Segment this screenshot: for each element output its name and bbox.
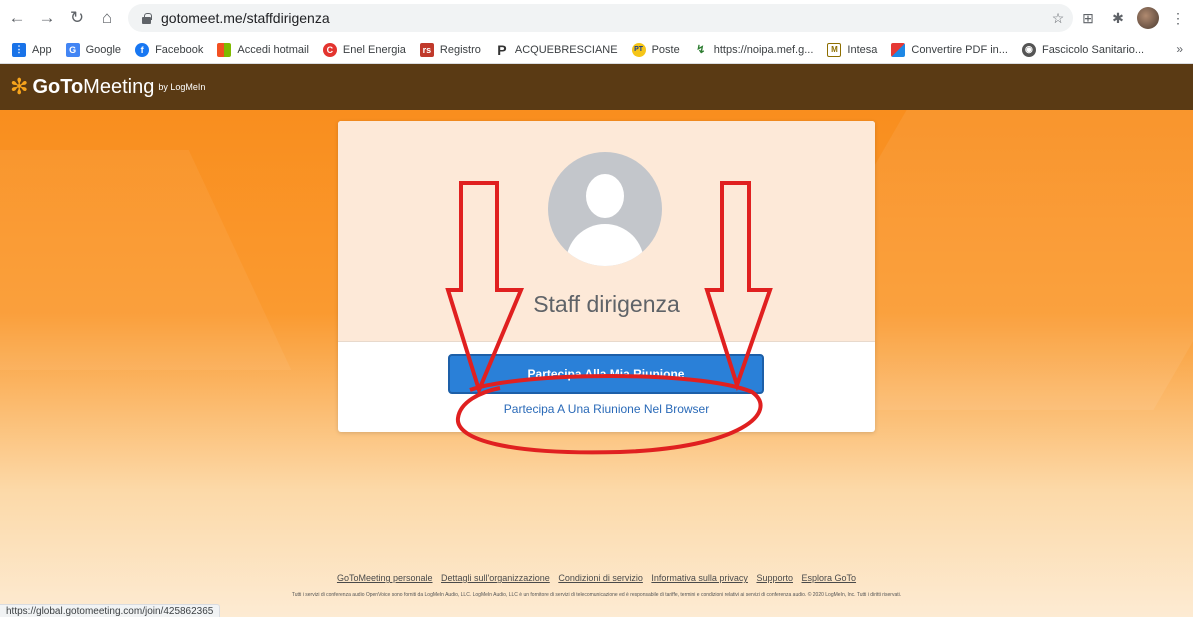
bookmark-pdf[interactable]: Convertire PDF in... <box>891 42 1008 57</box>
lock-icon <box>142 12 152 24</box>
profile-avatar[interactable] <box>1137 7 1159 29</box>
card-header: Staff dirigenza <box>338 121 875 342</box>
registro-icon: rs <box>419 42 434 57</box>
bookmark-label: Convertire PDF in... <box>911 43 1008 56</box>
bookmark-label: Google <box>85 43 122 56</box>
bookmark-label: https://noipa.mef.g... <box>713 43 814 56</box>
toolbar-right-icons: ☆ ⊞ ✱ ⋮ <box>1047 4 1189 32</box>
intesa-icon: M <box>827 42 842 57</box>
gotomeeting-logo[interactable]: ✻ GoTo Meeting by LogMeIn <box>10 76 205 99</box>
bookmark-label: Enel Energia <box>342 43 406 56</box>
apps-grid-icon: ⋮ <box>12 42 26 57</box>
footer-link-personal[interactable]: GoToMeeting personale <box>337 573 433 583</box>
browser-toolbar: ← → ↻ ⌂ gotomeet.me/staffdirigenza ☆ ⊞ ✱… <box>0 0 1193 36</box>
logo-goto-text: GoTo <box>32 75 84 98</box>
footer-link-privacy[interactable]: Informativa sulla privacy <box>651 573 748 583</box>
bookmark-fascicolo[interactable]: ◉ Fascicolo Sanitario... <box>1021 42 1145 57</box>
bookmarks-bar: ⋮ App G Google f Facebook Accedi hotmail… <box>0 36 1193 64</box>
pdf-convert-icon <box>891 42 906 57</box>
footer-legal-text: Tutti i servizi di conferenza audio Open… <box>291 592 902 598</box>
reload-icon[interactable]: ↻ <box>64 5 90 31</box>
join-in-browser-link[interactable]: Partecipa A Una Riunione Nel Browser <box>338 402 875 416</box>
footer-link-support[interactable]: Supporto <box>756 573 793 583</box>
bookmark-label: Intesa <box>847 43 878 56</box>
bookmark-label: Fascicolo Sanitario... <box>1041 43 1145 56</box>
gotomeeting-flower-icon: ✻ <box>10 74 29 99</box>
google-icon: G <box>65 42 80 57</box>
bookmark-poste[interactable]: PT Poste <box>631 42 680 57</box>
noipa-icon: ↯ <box>696 44 706 56</box>
join-meeting-button[interactable]: Partecipa Alla Mia Riunione <box>448 354 764 394</box>
bookmark-app[interactable]: ⋮ App <box>12 42 52 57</box>
avatar-head-shape <box>586 174 624 218</box>
bookmarks-overflow-icon[interactable]: » <box>1176 42 1183 56</box>
bookmark-label: Poste <box>651 43 680 56</box>
footer-link-organization[interactable]: Dettagli sull'organizzazione <box>441 573 550 583</box>
url-text[interactable]: gotomeet.me/staffdirigenza <box>161 10 330 26</box>
bookmark-hotmail[interactable]: Accedi hotmail <box>217 42 309 57</box>
footer-link-explore[interactable]: Esplora GoTo <box>802 573 857 583</box>
avatar-body-shape <box>566 224 644 266</box>
menu-kebab-icon[interactable]: ⋮ <box>1167 7 1189 29</box>
globe-icon: ◉ <box>1021 42 1036 57</box>
footer-links: GoToMeeting personale Dettagli sull'orga… <box>0 573 1193 583</box>
enel-icon: C <box>322 42 337 57</box>
facebook-icon: f <box>135 42 150 57</box>
extensions-grid-icon[interactable]: ⊞ <box>1077 7 1099 29</box>
home-icon[interactable]: ⌂ <box>94 5 120 31</box>
meeting-card: Staff dirigenza Partecipa Alla Mia Riuni… <box>338 121 875 432</box>
gotomeeting-header: ✻ GoTo Meeting by LogMeIn <box>0 64 1193 110</box>
bookmark-label: Registro <box>439 43 481 56</box>
star-icon[interactable]: ☆ <box>1047 7 1069 29</box>
microsoft-icon <box>217 42 232 57</box>
poste-icon: PT <box>631 42 646 57</box>
puzzle-icon[interactable]: ✱ <box>1107 7 1129 29</box>
bookmark-label: Accedi hotmail <box>237 43 309 56</box>
logo-by-text: by LogMeIn <box>158 81 206 92</box>
background-shape <box>0 150 292 370</box>
bookmark-enel[interactable]: C Enel Energia <box>322 42 406 57</box>
bookmark-registro[interactable]: rs Registro <box>419 42 481 57</box>
forward-icon[interactable]: → <box>34 5 60 31</box>
footer-link-terms[interactable]: Condizioni di servizio <box>558 573 643 583</box>
letter-p-icon: P <box>497 41 507 58</box>
organizer-name: Staff dirigenza <box>533 291 680 317</box>
bookmark-intesa[interactable]: M Intesa <box>827 42 878 57</box>
bookmark-facebook[interactable]: f Facebook <box>135 42 204 57</box>
bookmark-label: App <box>32 43 52 56</box>
address-bar[interactable]: gotomeet.me/staffdirigenza <box>128 4 1073 32</box>
bookmark-label: ACQUEBRESCIANE <box>514 43 618 56</box>
back-icon[interactable]: ← <box>4 5 30 31</box>
bookmark-label: Facebook <box>155 43 204 56</box>
avatar <box>548 152 662 266</box>
bookmark-google[interactable]: G Google <box>65 42 122 57</box>
bookmark-acquebresciane[interactable]: P ACQUEBRESCIANE <box>495 41 618 58</box>
browser-status-bar: https://global.gotomeeting.com/join/4258… <box>0 604 221 617</box>
logo-meeting-text: Meeting <box>83 75 155 98</box>
bookmark-noipa[interactable]: ↯ https://noipa.mef.g... <box>694 43 814 57</box>
